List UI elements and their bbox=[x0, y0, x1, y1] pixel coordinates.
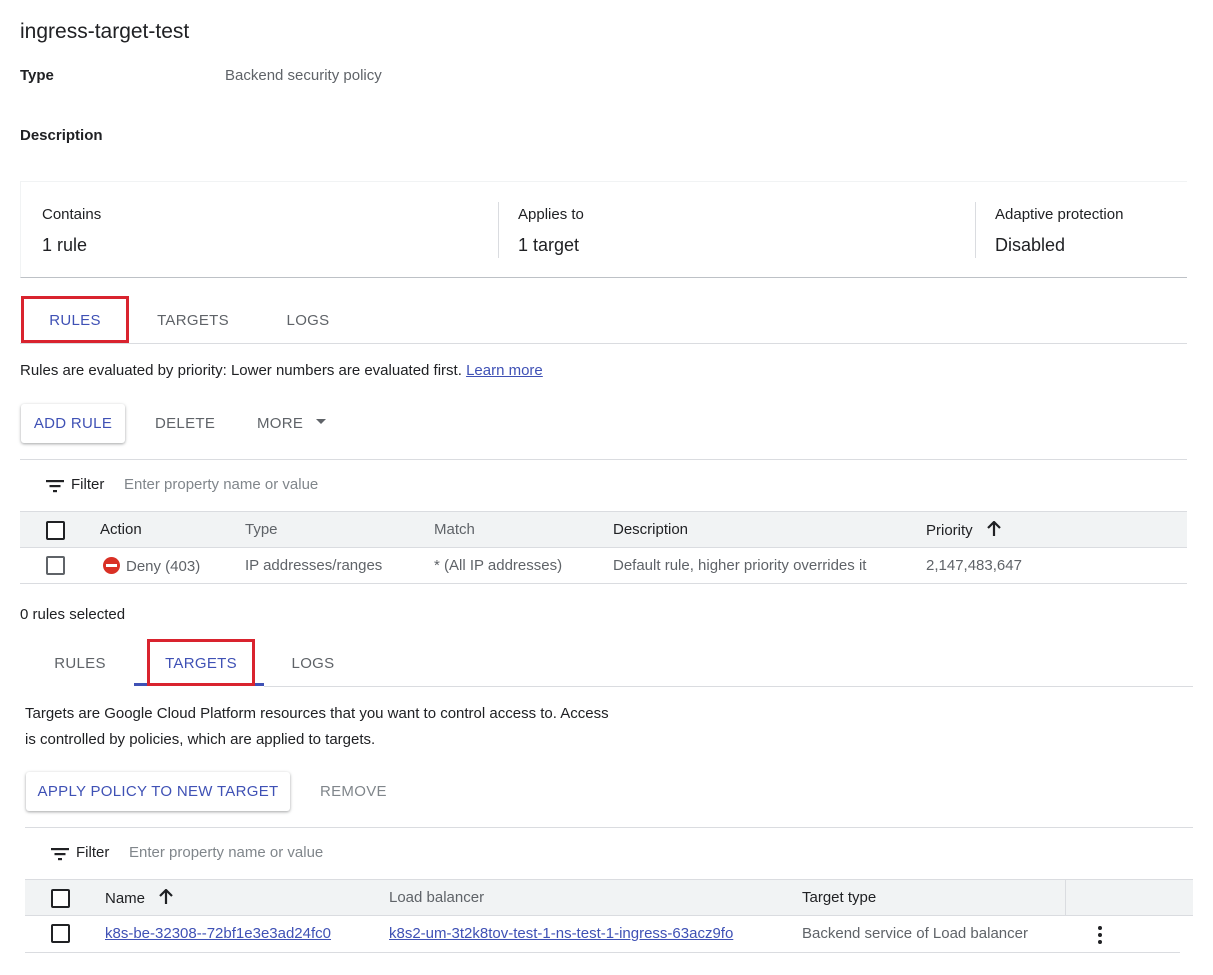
column-name[interactable]: Name bbox=[105, 888, 173, 907]
column-description[interactable]: Description bbox=[613, 521, 688, 538]
rules-filter[interactable]: Filter Enter property name or value bbox=[46, 476, 646, 496]
column-priority[interactable]: Priority bbox=[926, 520, 1001, 539]
rules-filter-input[interactable]: Enter property name or value bbox=[124, 476, 318, 493]
targets-info-line2: is controlled by policies, which are app… bbox=[25, 731, 376, 748]
summary-divider bbox=[975, 202, 976, 258]
summary-adaptive-value: Disabled bbox=[995, 235, 1066, 255]
summary-contains-label: Contains bbox=[42, 206, 102, 223]
summary-divider bbox=[498, 202, 499, 258]
tab-logs[interactable]: LOGS bbox=[273, 655, 353, 672]
column-type[interactable]: Type bbox=[245, 521, 278, 538]
rule-action: Deny (403) bbox=[103, 557, 200, 575]
targets-filter-input[interactable]: Enter property name or value bbox=[129, 844, 323, 861]
toolbar-divider bbox=[20, 459, 1187, 460]
rules-table-header: Action Type Match Description Priority bbox=[20, 511, 1187, 548]
tabs-divider bbox=[20, 343, 1187, 344]
filter-icon bbox=[46, 480, 64, 493]
delete-button[interactable]: DELETE bbox=[155, 415, 215, 432]
load-balancer-link[interactable]: k8s2-um-3t2k8tov-test-1-ns-test-1-ingres… bbox=[389, 925, 733, 942]
targets-info-line1: Targets are Google Cloud Platform resour… bbox=[25, 705, 609, 722]
select-all-targets-checkbox[interactable] bbox=[51, 889, 70, 908]
tabs-divider bbox=[264, 686, 1193, 687]
filter-label: Filter bbox=[71, 476, 105, 493]
type-label: Type bbox=[20, 67, 54, 84]
rule-description: Default rule, higher priority overrides … bbox=[613, 557, 867, 574]
summary-contains: Contains 1 rule bbox=[42, 182, 498, 278]
summary-contains-value: 1 rule bbox=[42, 235, 88, 255]
select-all-rules-checkbox[interactable] bbox=[46, 521, 65, 540]
type-value: Backend security policy bbox=[225, 67, 382, 84]
arrow-up-icon[interactable] bbox=[987, 520, 1001, 537]
caret-down-icon bbox=[315, 419, 326, 424]
remove-button[interactable]: REMOVE bbox=[320, 783, 387, 800]
target-name: k8s-be-32308--72bf1e3e3ad24fc0 bbox=[105, 925, 331, 942]
more-button[interactable]: MORE bbox=[257, 415, 326, 432]
rule-match: * (All IP addresses) bbox=[434, 557, 563, 574]
deny-icon bbox=[103, 557, 120, 574]
table-row[interactable]: k8s-be-32308--72bf1e3e3ad24fc0 k8s2-um-3… bbox=[25, 916, 1180, 953]
targets-table-header: Name Load balancer Target type bbox=[25, 879, 1193, 916]
summary-applies-to-label: Applies to bbox=[518, 206, 584, 223]
rule-type: IP addresses/ranges bbox=[245, 557, 383, 574]
page-title: ingress-target-test bbox=[20, 20, 190, 43]
row-checkbox[interactable] bbox=[46, 556, 65, 575]
column-name-label: Name bbox=[105, 890, 146, 907]
filter-label: Filter bbox=[76, 844, 110, 861]
arrow-up-icon[interactable] bbox=[159, 888, 173, 905]
tab-rules[interactable]: RULES bbox=[40, 655, 120, 672]
add-rule-button[interactable]: ADD RULE bbox=[21, 404, 125, 443]
description-label: Description bbox=[20, 127, 103, 144]
tab-rules[interactable]: RULES bbox=[24, 312, 126, 329]
summary-applies-to-value: 1 target bbox=[518, 235, 580, 255]
apply-policy-button[interactable]: APPLY POLICY TO NEW TARGET bbox=[26, 772, 290, 811]
tab-logs[interactable]: LOGS bbox=[268, 312, 348, 329]
column-action[interactable]: Action bbox=[100, 521, 142, 538]
rules-info-text: Rules are evaluated by priority: Lower n… bbox=[20, 362, 462, 379]
column-divider bbox=[1065, 880, 1066, 916]
summary-adaptive-protection: Adaptive protection Disabled bbox=[995, 182, 1185, 278]
table-row[interactable]: Deny (403) IP addresses/ranges * (All IP… bbox=[20, 548, 1187, 584]
target-load-balancer: k8s2-um-3t2k8tov-test-1-ns-test-1-ingres… bbox=[389, 925, 733, 942]
learn-more-link[interactable]: Learn more bbox=[466, 362, 543, 379]
summary-applies-to: Applies to 1 target bbox=[518, 182, 974, 278]
filter-icon bbox=[51, 848, 69, 861]
row-checkbox[interactable] bbox=[51, 924, 70, 943]
rules-info: Rules are evaluated by priority: Lower n… bbox=[20, 358, 543, 384]
summary-adaptive-label: Adaptive protection bbox=[995, 206, 1124, 223]
toolbar-divider bbox=[25, 827, 1193, 828]
rules-selected-count: 0 rules selected bbox=[20, 606, 126, 622]
targets-info: Targets are Google Cloud Platform resour… bbox=[25, 701, 609, 753]
column-priority-label: Priority bbox=[926, 522, 973, 539]
column-load-balancer[interactable]: Load balancer bbox=[389, 889, 484, 906]
more-vert-icon[interactable] bbox=[1098, 926, 1102, 947]
column-match[interactable]: Match bbox=[434, 521, 475, 538]
summary-card: Contains 1 rule Applies to 1 target Adap… bbox=[20, 181, 1187, 278]
more-label: MORE bbox=[257, 415, 304, 432]
column-target-type[interactable]: Target type bbox=[802, 889, 876, 906]
tab-targets[interactable]: TARGETS bbox=[150, 655, 252, 672]
targets-filter[interactable]: Filter Enter property name or value bbox=[51, 844, 651, 864]
tab-targets[interactable]: TARGETS bbox=[143, 312, 243, 329]
target-name-link[interactable]: k8s-be-32308--72bf1e3e3ad24fc0 bbox=[105, 925, 331, 942]
target-type: Backend service of Load balancer bbox=[802, 925, 1028, 942]
rule-priority: 2,147,483,647 bbox=[926, 557, 1022, 574]
